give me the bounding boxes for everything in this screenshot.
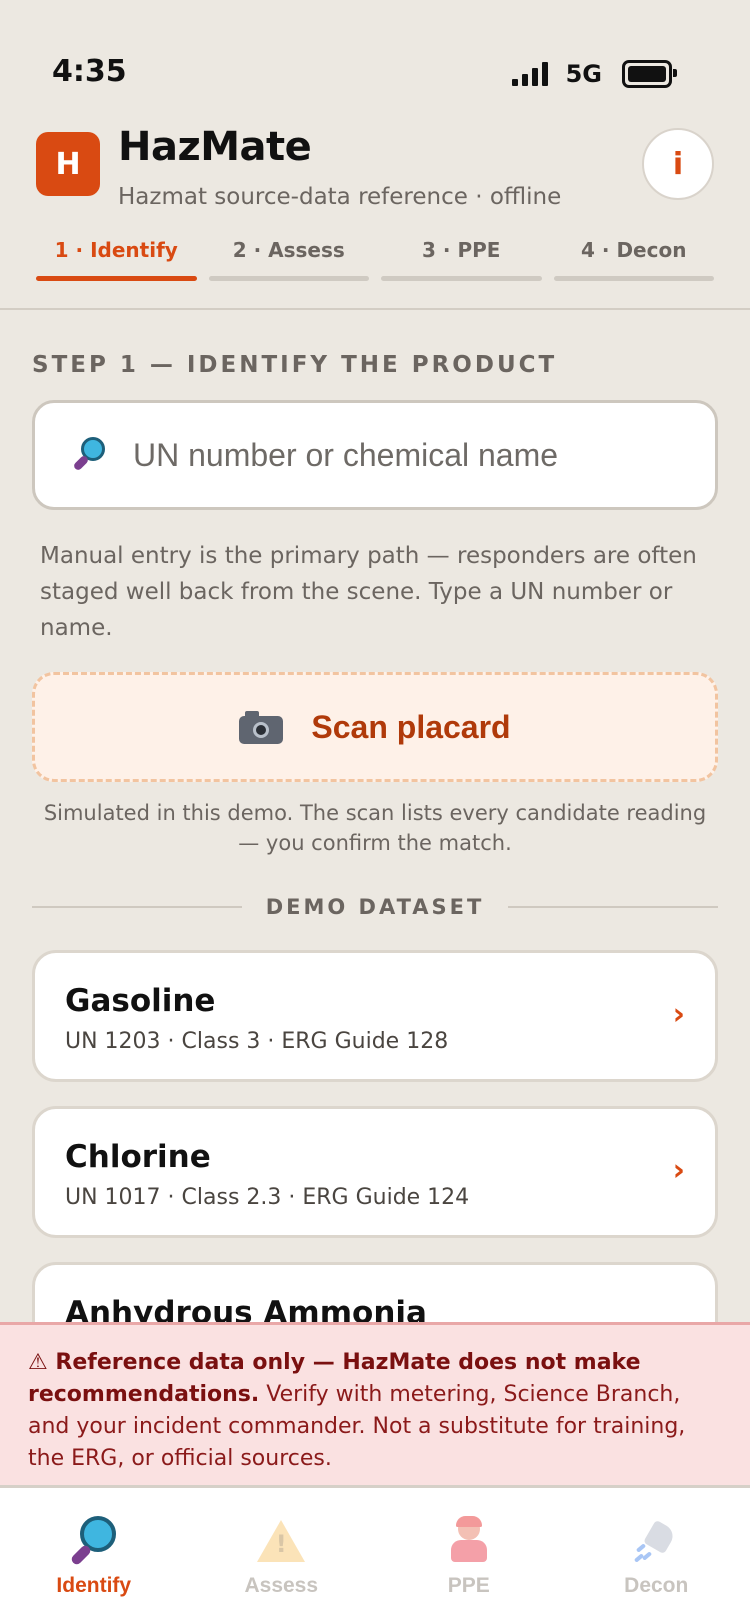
search-icon xyxy=(71,435,111,475)
magnifier-icon xyxy=(69,1516,118,1567)
search-input[interactable] xyxy=(131,435,695,475)
chevron-right-icon: › xyxy=(672,1153,685,1188)
nav-label: PPE xyxy=(447,1574,490,1597)
status-time: 4:35 xyxy=(52,54,127,89)
tab-decon[interactable]: 4 · Decon xyxy=(553,234,715,284)
chevron-right-icon: › xyxy=(672,997,685,1032)
chemical-name: Chlorine xyxy=(65,1139,211,1175)
battery-icon xyxy=(622,60,677,88)
search-box[interactable] xyxy=(32,400,718,510)
list-item[interactable]: Chlorine UN 1017 · Class 2.3 · ERG Guide… xyxy=(32,1106,718,1238)
app-logo: H xyxy=(36,132,100,196)
nav-decon[interactable]: Decon xyxy=(563,1488,750,1624)
app-title: HazMate xyxy=(118,124,312,170)
chemical-name: Gasoline xyxy=(65,983,216,1019)
nav-label: Decon xyxy=(624,1574,689,1597)
section-heading: STEP 1 — IDENTIFY THE PRODUCT xyxy=(32,352,558,378)
scan-note: Simulated in this demo. The scan lists e… xyxy=(43,801,707,855)
info-icon: i xyxy=(672,146,684,182)
bottom-nav: Identify ! Assess PPE Decon xyxy=(0,1488,750,1624)
signal-icon xyxy=(511,62,548,86)
warning-icon: ! xyxy=(257,1516,306,1564)
nav-identify[interactable]: Identify xyxy=(0,1488,188,1624)
tab-assess[interactable]: 2 · Assess xyxy=(208,234,370,284)
responder-icon xyxy=(445,1516,493,1564)
header-divider xyxy=(0,308,750,310)
app-subtitle: Hazmat source-data reference · offline xyxy=(118,184,562,210)
shower-icon xyxy=(632,1516,680,1564)
step-tabs: 1 · Identify 2 · Assess 3 · PPE 4 · Deco… xyxy=(36,234,714,284)
camera-icon xyxy=(239,710,284,744)
status-indicators: 5G xyxy=(511,60,677,88)
list-item[interactable]: Gasoline UN 1203 · Class 3 · ERG Guide 1… xyxy=(32,950,718,1082)
status-bar: 4:35 5G xyxy=(0,0,750,120)
dataset-divider: DEMO DATASET xyxy=(32,892,719,922)
disclaimer-banner: ⚠ Reference data only — HazMate does not… xyxy=(0,1322,750,1488)
info-button[interactable]: i xyxy=(642,128,714,200)
network-type: 5G xyxy=(565,60,602,88)
nav-label: Identify xyxy=(56,1574,132,1597)
nav-ppe[interactable]: PPE xyxy=(375,1488,563,1624)
dataset-label: DEMO DATASET xyxy=(265,895,485,919)
tab-identify[interactable]: 1 · Identify xyxy=(36,234,197,284)
nav-label: Assess xyxy=(244,1574,319,1597)
scan-placard-button[interactable]: Scan placard xyxy=(32,672,718,782)
tab-ppe[interactable]: 3 · PPE xyxy=(381,234,542,284)
nav-assess[interactable]: ! Assess xyxy=(188,1488,376,1624)
chemical-detail: UN 1203 · Class 3 · ERG Guide 128 xyxy=(65,1029,449,1054)
manual-entry-helper: Manual entry is the primary path — respo… xyxy=(40,543,697,641)
app-header: H HazMate Hazmat source-data reference ·… xyxy=(0,124,750,228)
chemical-detail: UN 1017 · Class 2.3 · ERG Guide 124 xyxy=(65,1185,470,1210)
scan-placard-label: Scan placard xyxy=(311,708,511,745)
